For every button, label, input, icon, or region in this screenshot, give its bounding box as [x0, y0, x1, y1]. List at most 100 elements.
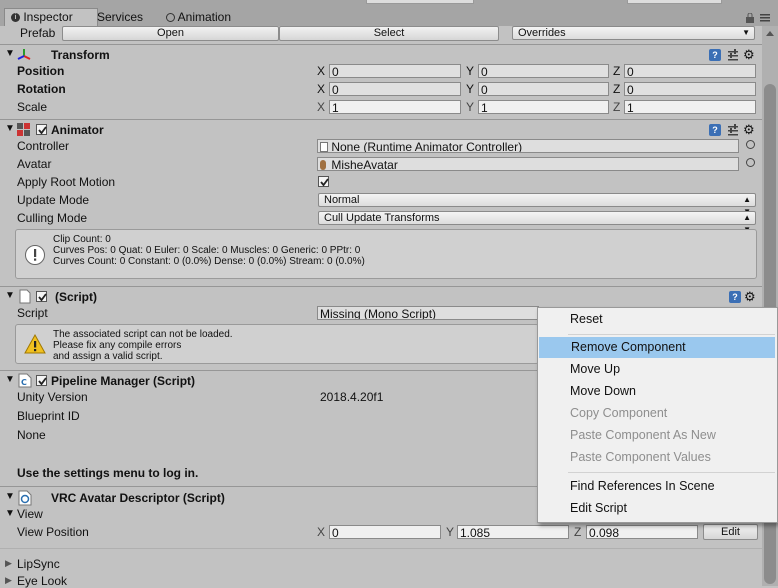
tab-services[interactable]: Services — [91, 9, 149, 26]
avatar-value: MisheAvatar — [331, 158, 398, 171]
preset-icon[interactable] — [727, 124, 739, 136]
scale-x-field[interactable]: 1 — [329, 100, 461, 114]
axis-z-label: Z — [613, 64, 621, 78]
menu-item-copy-component: Copy Component — [570, 406, 668, 420]
foldout-arrow-icon[interactable]: ▼ — [5, 508, 15, 519]
axis-x-label: X — [317, 100, 326, 114]
rotation-y-field[interactable]: 0 — [478, 82, 609, 96]
axis-x-label: X — [317, 64, 326, 78]
view-position-z-field[interactable]: 0.098 — [586, 525, 698, 539]
menu-item-paste-component-as-new: Paste Component As New — [570, 428, 716, 442]
avatar-field[interactable]: MisheAvatar — [317, 157, 739, 171]
culling-mode-dropdown[interactable]: Cull Update Transforms ▲▼ — [318, 211, 756, 234]
rotation-label: Rotation — [17, 82, 66, 96]
transform-header[interactable]: ▼ Transform ? ⚙ — [0, 46, 762, 64]
axis-z-label: Z — [574, 525, 582, 539]
toolbar-button-stub[interactable] — [366, 0, 474, 4]
script-enabled-checkbox[interactable] — [36, 291, 47, 302]
foldout-arrow-icon[interactable]: ▼ — [5, 48, 15, 59]
edit-view-button[interactable]: Edit — [703, 524, 758, 540]
toolbar-button-stub[interactable] — [627, 0, 722, 4]
prefab-open-button[interactable]: Open — [62, 26, 279, 41]
object-picker-icon[interactable] — [746, 140, 755, 149]
animator-title: Animator — [51, 123, 104, 137]
position-y-field[interactable]: 0 — [478, 64, 609, 78]
scroll-up-icon[interactable] — [765, 29, 775, 37]
animator-header[interactable]: ▼ Animator ? ⚙ — [0, 121, 762, 139]
menu-item-move-up[interactable]: Move Up — [538, 359, 777, 380]
tab-animation[interactable]: Animation — [160, 9, 237, 26]
foldout-arrow-icon[interactable]: ▼ — [5, 491, 15, 502]
script-header[interactable]: ▼ (Script) ? ⚙ — [0, 288, 762, 306]
script-field[interactable]: Missing (Mono Script) — [317, 306, 539, 320]
rotation-z-field[interactable]: 0 — [624, 82, 756, 96]
axis-x-label: X — [317, 82, 326, 96]
help-icon[interactable]: ? — [709, 49, 721, 61]
view-foldout-label[interactable]: View — [17, 507, 43, 521]
lock-icon[interactable] — [745, 13, 755, 23]
tab-inspector[interactable]: i Inspector — [4, 8, 98, 26]
warning-icon — [24, 334, 46, 354]
menu-item-find-references[interactable]: Find References In Scene — [538, 476, 777, 497]
menu-separator — [568, 472, 775, 473]
info-icon: i — [11, 13, 20, 23]
pipeline-title: Pipeline Manager (Script) — [51, 374, 196, 388]
warning-line: The associated script can not be loaded. — [53, 329, 233, 340]
pipeline-enabled-checkbox[interactable] — [36, 375, 47, 386]
position-z-field[interactable]: 0 — [624, 64, 756, 78]
position-label: Position — [17, 64, 65, 78]
tab-inspector-label: Inspector — [23, 10, 73, 24]
foldout-collapsed-icon[interactable]: ▶ — [5, 558, 12, 569]
menu-item-edit-script[interactable]: Edit Script — [538, 498, 777, 519]
help-icon[interactable]: ? — [709, 124, 721, 136]
help-icon[interactable]: ? — [729, 291, 741, 303]
animator-enabled-checkbox[interactable] — [36, 124, 47, 135]
info-line: Curves Count: 0 Constant: 0 (0.0%) Dense… — [53, 256, 365, 267]
axis-y-label: Y — [446, 525, 455, 539]
script-label: Script — [17, 306, 48, 320]
controller-value: None (Runtime Animator Controller) — [331, 140, 523, 153]
avatar-label: Avatar — [17, 157, 52, 171]
menu-icon[interactable] — [760, 14, 770, 22]
preset-icon[interactable] — [727, 49, 739, 61]
update-mode-dropdown[interactable]: Normal ▲▼ — [318, 193, 756, 216]
scale-z-field[interactable]: 1 — [624, 100, 756, 114]
prefab-select-button[interactable]: Select — [279, 26, 499, 41]
foldout-arrow-icon[interactable]: ▼ — [5, 123, 15, 134]
script-warning-box: The associated script can not be loaded.… — [15, 324, 539, 364]
blueprint-id-label: Blueprint ID — [17, 409, 80, 423]
view-position-x-field[interactable]: 0 — [329, 525, 441, 539]
none-label: None — [17, 428, 46, 442]
controller-field[interactable]: None (Runtime Animator Controller) — [317, 139, 739, 153]
info-line: Clip Count: 0 — [53, 234, 111, 245]
axis-y-label: Y — [466, 64, 475, 78]
warning-line: and assign a valid script. — [53, 351, 163, 362]
apply-root-motion-checkbox[interactable] — [318, 176, 329, 187]
position-x-field[interactable]: 0 — [329, 64, 461, 78]
vrc-script-icon — [18, 490, 32, 506]
gear-icon[interactable]: ⚙ — [743, 47, 755, 63]
scale-y-field[interactable]: 1 — [478, 100, 609, 114]
apply-root-motion-label: Apply Root Motion — [17, 175, 116, 189]
svg-text:C: C — [21, 378, 27, 387]
menu-item-reset[interactable]: Reset — [538, 309, 777, 330]
menu-item-move-down[interactable]: Move Down — [538, 381, 777, 402]
script-title: (Script) — [55, 290, 97, 304]
foldout-collapsed-icon[interactable]: ▶ — [5, 575, 12, 586]
scale-label: Scale — [17, 100, 48, 114]
gear-icon[interactable]: ⚙ — [743, 122, 755, 138]
gear-icon[interactable]: ⚙ — [744, 289, 756, 305]
rotation-x-field[interactable]: 0 — [329, 82, 461, 96]
foldout-arrow-icon[interactable]: ▼ — [5, 290, 15, 301]
foldout-arrow-icon[interactable]: ▼ — [5, 374, 15, 385]
info-icon — [25, 245, 45, 265]
vrc-descriptor-title: VRC Avatar Descriptor (Script) — [51, 491, 225, 505]
unity-version-label: Unity Version — [17, 390, 88, 404]
menu-item-remove-component[interactable]: Remove Component — [539, 337, 775, 358]
divider — [0, 548, 762, 549]
controller-label: Controller — [17, 139, 70, 153]
object-picker-icon[interactable] — [746, 158, 755, 167]
view-position-y-field[interactable]: 1.085 — [457, 525, 569, 539]
prefab-overrides-dropdown[interactable]: Overrides ▼ — [512, 26, 755, 40]
lipsync-foldout-label[interactable]: LipSync — [17, 557, 60, 571]
